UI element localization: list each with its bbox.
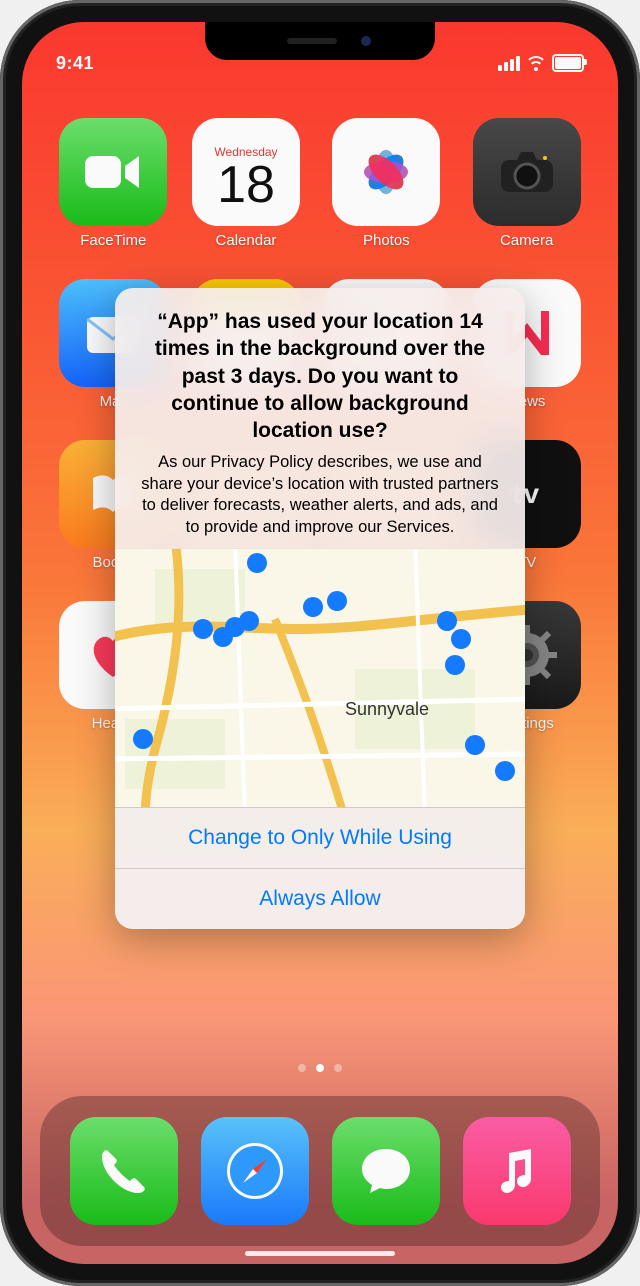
change-only-while-using-button[interactable]: Change to Only While Using <box>115 807 525 868</box>
alert-map: Sunnyvale <box>115 548 525 807</box>
always-allow-button[interactable]: Always Allow <box>115 868 525 929</box>
alert-message: As our Privacy Policy describes, we use … <box>137 452 503 538</box>
location-alert: “App” has used your location 14 times in… <box>115 288 525 929</box>
alert-title: “App” has used your location 14 times in… <box>137 308 503 444</box>
screen: 9:41 FaceTime Wednesday 18 Calendar <box>22 22 618 1264</box>
alert-buttons: Change to Only While Using Always Allow <box>115 807 525 929</box>
device-frame: 9:41 FaceTime Wednesday 18 Calendar <box>0 0 640 1286</box>
map-place-label: Sunnyvale <box>345 699 429 720</box>
